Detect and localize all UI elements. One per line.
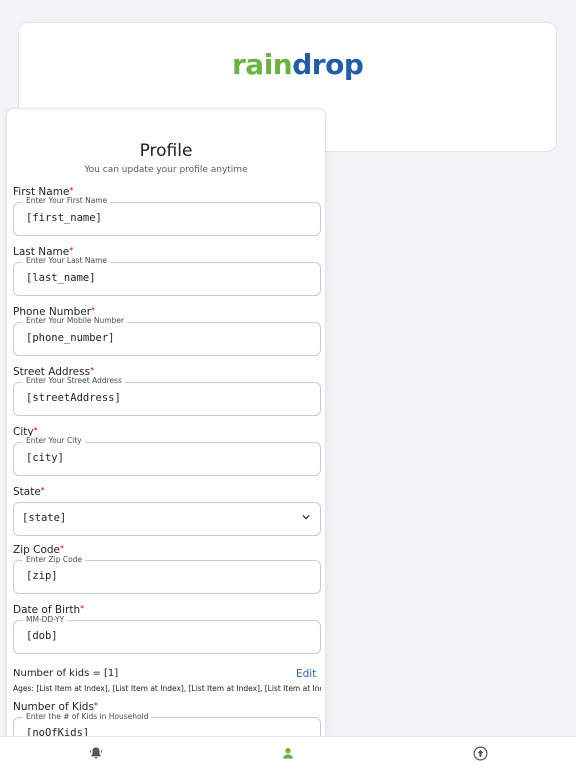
edit-kids-button[interactable]: Edit [296, 668, 316, 680]
upload-circle-icon [473, 746, 487, 760]
city-field[interactable]: [city] [13, 442, 321, 476]
kids-count-text: Number of kids = [1] [13, 668, 119, 679]
first-name-field[interactable]: [first_name] [13, 202, 321, 236]
nav-notifications[interactable] [76, 737, 116, 769]
zip-code-field[interactable]: [zip] [13, 560, 321, 594]
person-icon [283, 748, 293, 759]
state-select[interactable]: [state] [13, 502, 321, 536]
bell-icon [90, 747, 102, 759]
street-address-field[interactable]: [streetAddress] [13, 382, 321, 416]
kids-ages-text: Ages: [List Item at Index], [List Item a… [13, 684, 321, 693]
dob-legend: MM-DD-YY [23, 615, 68, 624]
nav-profile[interactable] [268, 737, 308, 769]
nav-upload[interactable] [460, 737, 500, 769]
state-label: State* [13, 486, 45, 498]
bottom-nav [0, 736, 576, 769]
raindrop-logo: raindrop [232, 48, 364, 81]
last-name-legend: Enter Your Last Name [23, 256, 111, 265]
number-of-kids-legend: Enter the # of Kids in Household [23, 712, 152, 721]
first-name-legend: Enter Your First Name [23, 196, 111, 205]
dob-field[interactable]: [dob] [13, 620, 321, 654]
page-title: Profile [139, 141, 193, 161]
chevron-down-icon [302, 514, 310, 520]
city-legend: Enter Your City [23, 436, 85, 445]
phone-number-field[interactable]: [phone_number] [13, 322, 321, 356]
last-name-field[interactable]: [last_name] [13, 262, 321, 296]
phone-number-legend: Enter Your Mobile Number [23, 316, 128, 325]
profile-card: Profile You can update your profile anyt… [6, 108, 326, 748]
street-address-legend: Enter Your Street Address [23, 376, 125, 385]
page-subtitle: You can update your profile anytime [84, 165, 248, 175]
zip-code-legend: Enter Zip Code [23, 555, 86, 564]
